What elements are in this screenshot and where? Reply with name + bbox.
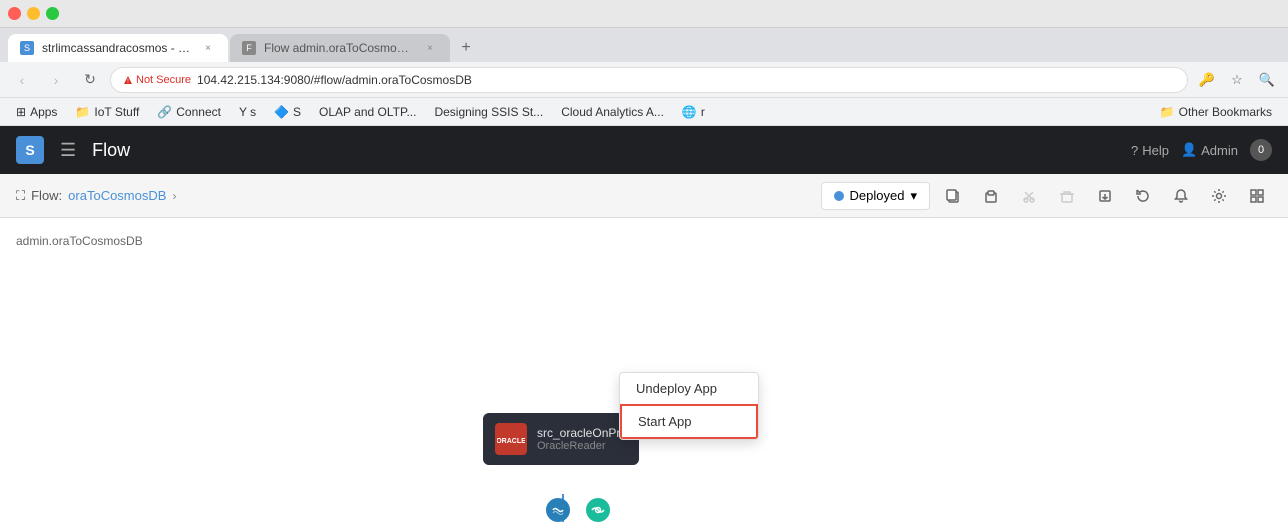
oracle-icon: ORACLE (495, 423, 527, 455)
deploy-label: Deployed (850, 188, 905, 203)
toolbar: ⛶ Flow: oraToCosmosDB › Deployed ▾ (0, 174, 1288, 218)
bookmark-apps-icon: ⊞ (16, 105, 26, 119)
import-action[interactable] (1090, 181, 1120, 211)
hamburger-menu[interactable]: ☰ (60, 140, 76, 161)
bookmarks-bar: ⊞ Apps 📁 IoT Stuff 🔗 Connect Y s 🔷 S OLA… (0, 98, 1288, 126)
bookmark-olap[interactable]: OLAP and OLTP... (311, 103, 424, 121)
user-icon: 👤 (1181, 142, 1197, 158)
help-button[interactable]: ? Help (1131, 143, 1169, 158)
svg-text:ORACLE: ORACLE (497, 438, 525, 445)
tab-favicon-2: F (242, 41, 256, 55)
globe-icon: 🌐 (682, 105, 697, 119)
address-bar: ‹ › ↻ ! Not Secure 104.42.215.134:9080/#… (0, 62, 1288, 98)
notification-badge[interactable]: 0 (1250, 139, 1272, 161)
tab-bar: S strlimcassandracosmos - Data... × F Fl… (0, 28, 1288, 62)
bookmark-s[interactable]: 🔷 S (266, 103, 309, 121)
dropdown-menu: Undeploy App Start App (619, 372, 759, 440)
forward-button[interactable]: › (42, 66, 70, 94)
bookmark-r[interactable]: 🌐 r (674, 103, 713, 121)
start-app-item[interactable]: Start App (620, 404, 758, 439)
search-btn[interactable]: 🔍 (1254, 67, 1280, 93)
minimize-traffic-light[interactable] (27, 7, 40, 20)
app-logo: S (16, 136, 44, 164)
deploy-chevron: ▾ (910, 188, 917, 204)
deploy-button[interactable]: Deployed ▾ (821, 182, 930, 210)
tab-title-2: Flow admin.oraToCosmosDB (264, 41, 414, 55)
settings-action[interactable] (1204, 181, 1234, 211)
paste-action[interactable] (976, 181, 1006, 211)
notification-action[interactable] (1166, 181, 1196, 211)
maximize-traffic-light[interactable] (46, 7, 59, 20)
cut-action[interactable] (1014, 181, 1044, 211)
help-icon: ? (1131, 143, 1138, 158)
app-title: Flow (92, 140, 130, 161)
deploy-status-dot (834, 191, 844, 201)
security-label: Not Secure (136, 74, 191, 86)
title-bar (0, 0, 1288, 28)
source-node[interactable]: ORACLE src_oracleOnPrem OracleReader (483, 413, 639, 465)
bookmark-folder-icon: 📁 (75, 105, 90, 119)
flow-diagram-icon: ⛶ (16, 188, 25, 204)
tab-close-2[interactable]: × (422, 40, 438, 56)
breadcrumb-flow-label: Flow: (31, 188, 62, 203)
svg-text:S: S (24, 43, 30, 53)
delete-action[interactable] (1052, 181, 1082, 211)
main-content: admin.oraToCosmosDB ORACLE src_oracleOnP… (0, 218, 1288, 522)
flow-canvas[interactable]: ORACLE src_oracleOnPrem OracleReader (0, 218, 1288, 522)
folder-icon: 📁 (1160, 105, 1175, 119)
admin-button[interactable]: 👤 Admin (1181, 142, 1238, 158)
app-content: S ☰ Flow ? Help 👤 Admin 0 ⛶ Flow: oraToC… (0, 126, 1288, 522)
bookmark-s-icon: 🔷 (274, 105, 289, 119)
grid-view-action[interactable] (1242, 181, 1272, 211)
breadcrumb: ⛶ Flow: oraToCosmosDB › (16, 188, 176, 204)
url-text: 104.42.215.134:9080/#flow/admin.oraToCos… (197, 73, 1175, 87)
view-icon[interactable] (586, 498, 610, 522)
other-bookmarks[interactable]: 📁 Other Bookmarks (1152, 103, 1280, 121)
extensions-btn[interactable]: 🔑 (1194, 67, 1220, 93)
address-input-wrap[interactable]: ! Not Secure 104.42.215.134:9080/#flow/a… (110, 67, 1188, 93)
star-btn[interactable]: ☆ (1224, 67, 1250, 93)
header-right: ? Help 👤 Admin 0 (1131, 139, 1272, 161)
connector-icons (546, 498, 610, 522)
back-button[interactable]: ‹ (8, 66, 36, 94)
stream-icon[interactable] (546, 498, 570, 522)
copy-action[interactable] (938, 181, 968, 211)
breadcrumb-chevron: › (172, 189, 176, 203)
tab-favicon-1: S (20, 41, 34, 55)
security-warning: ! Not Secure (123, 74, 191, 86)
bookmark-iot[interactable]: 📁 IoT Stuff (67, 103, 147, 121)
tab-title-1: strlimcassandracosmos - Data... (42, 41, 192, 55)
tab-close-1[interactable]: × (200, 40, 216, 56)
new-tab-button[interactable]: + (452, 34, 480, 62)
bookmark-designing[interactable]: Designing SSIS St... (426, 103, 551, 121)
undo-action[interactable] (1128, 181, 1158, 211)
close-traffic-light[interactable] (8, 7, 21, 20)
breadcrumb-name[interactable]: oraToCosmosDB (68, 188, 166, 203)
bookmark-y[interactable]: Y s (231, 103, 264, 121)
bookmark-connect[interactable]: 🔗 Connect (149, 103, 229, 121)
browser-actions: 🔑 ☆ 🔍 (1194, 67, 1280, 93)
source-node-subtitle: OracleReader (537, 440, 637, 452)
svg-text:F: F (246, 43, 252, 53)
undeploy-app-item[interactable]: Undeploy App (620, 373, 758, 404)
bookmark-cloud[interactable]: Cloud Analytics A... (553, 103, 672, 121)
app-header: S ☰ Flow ? Help 👤 Admin 0 (0, 126, 1288, 174)
tab-inactive[interactable]: F Flow admin.oraToCosmosDB × (230, 34, 450, 62)
bookmark-apps[interactable]: ⊞ Apps (8, 103, 65, 121)
tab-active[interactable]: S strlimcassandracosmos - Data... × (8, 34, 228, 62)
refresh-button[interactable]: ↻ (76, 66, 104, 94)
bookmark-connect-icon: 🔗 (157, 105, 172, 119)
